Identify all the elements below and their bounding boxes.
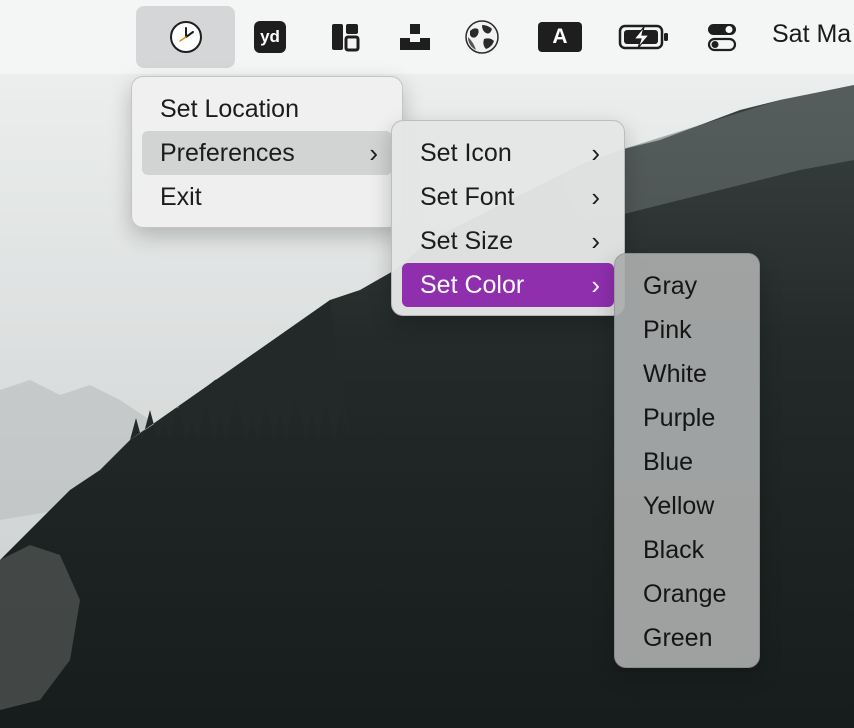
menu-item-label: Yellow bbox=[643, 492, 715, 520]
menu-item-color-gray[interactable]: Gray bbox=[625, 264, 749, 308]
menu-item-label: Set Font bbox=[420, 183, 515, 211]
control-menu-extra[interactable] bbox=[687, 6, 757, 68]
yd-icon: yd bbox=[254, 21, 286, 53]
menu-item-color-white[interactable]: White bbox=[625, 352, 749, 396]
menu-item-color-pink[interactable]: Pink bbox=[625, 308, 749, 352]
menu-item-label: Gray bbox=[643, 272, 698, 300]
chevron-right-icon: › bbox=[591, 138, 600, 168]
menu-item-set-icon[interactable]: Set Icon › bbox=[402, 131, 614, 175]
preferences-submenu: Set Icon › Set Font › Set Size › Set Col… bbox=[391, 120, 625, 316]
globe-menu-extra[interactable] bbox=[447, 6, 517, 68]
menubar-date[interactable]: Sat Ma bbox=[772, 20, 851, 49]
menu-item-label: Set Color bbox=[420, 271, 525, 299]
battery-charging-icon bbox=[618, 24, 668, 50]
menu-item-label: Blue bbox=[643, 448, 694, 476]
yd-icon-text: yd bbox=[260, 27, 280, 46]
menu-item-label: Orange bbox=[643, 580, 727, 608]
menu-item-set-font[interactable]: Set Font › bbox=[402, 175, 614, 219]
control-toggle-icon bbox=[707, 24, 737, 52]
menu-item-set-color[interactable]: Set Color › bbox=[402, 263, 614, 307]
menu-item-label: Set Icon bbox=[420, 139, 512, 167]
menu-item-label: Black bbox=[643, 536, 705, 564]
chevron-right-icon: › bbox=[369, 138, 378, 168]
menu-item-label: Preferences bbox=[160, 139, 295, 167]
chevron-right-icon: › bbox=[591, 226, 600, 256]
menu-item-preferences[interactable]: Preferences › bbox=[142, 131, 392, 175]
menu-item-label: White bbox=[643, 360, 707, 388]
chevron-right-icon: › bbox=[591, 270, 600, 300]
menu-item-color-yellow[interactable]: Yellow bbox=[625, 484, 749, 528]
yd-menu-extra[interactable]: yd bbox=[235, 6, 305, 68]
steps-icon bbox=[400, 24, 430, 50]
globe-icon bbox=[465, 20, 499, 54]
menu-item-color-black[interactable]: Black bbox=[625, 528, 749, 572]
font-icon-text: A bbox=[552, 25, 568, 48]
font-menu-extra[interactable]: A bbox=[525, 6, 595, 68]
clock-icon bbox=[169, 21, 202, 53]
chevron-right-icon: › bbox=[591, 182, 600, 212]
battery-menu-extra[interactable] bbox=[609, 6, 679, 68]
menu-item-label: Exit bbox=[160, 183, 202, 211]
menu-item-label: Set Location bbox=[160, 95, 299, 123]
menu-item-label: Pink bbox=[643, 316, 692, 344]
layout-icon bbox=[332, 24, 360, 52]
menu-bar: yd A Sat Ma bbox=[0, 0, 854, 74]
steps-menu-extra[interactable] bbox=[380, 6, 450, 68]
menu-item-color-blue[interactable]: Blue bbox=[625, 440, 749, 484]
menu-item-label: Purple bbox=[643, 404, 716, 432]
menu-item-color-green[interactable]: Green bbox=[625, 616, 749, 660]
menu-item-set-size[interactable]: Set Size › bbox=[402, 219, 614, 263]
color-submenu: Gray Pink White Purple Blue Yellow Black… bbox=[614, 253, 760, 668]
menu-item-color-purple[interactable]: Purple bbox=[625, 396, 749, 440]
layout-menu-extra[interactable] bbox=[310, 6, 380, 68]
menu-item-label: Set Size bbox=[420, 227, 514, 255]
clock-dropdown-menu: Set Location Preferences › Exit bbox=[131, 76, 403, 228]
font-icon: A bbox=[538, 22, 582, 52]
menu-item-set-location[interactable]: Set Location bbox=[142, 87, 392, 131]
menu-item-label: Green bbox=[643, 624, 713, 652]
menu-item-exit[interactable]: Exit bbox=[142, 175, 392, 219]
menu-item-color-orange[interactable]: Orange bbox=[625, 572, 749, 616]
clock-menu-extra[interactable] bbox=[136, 6, 235, 68]
